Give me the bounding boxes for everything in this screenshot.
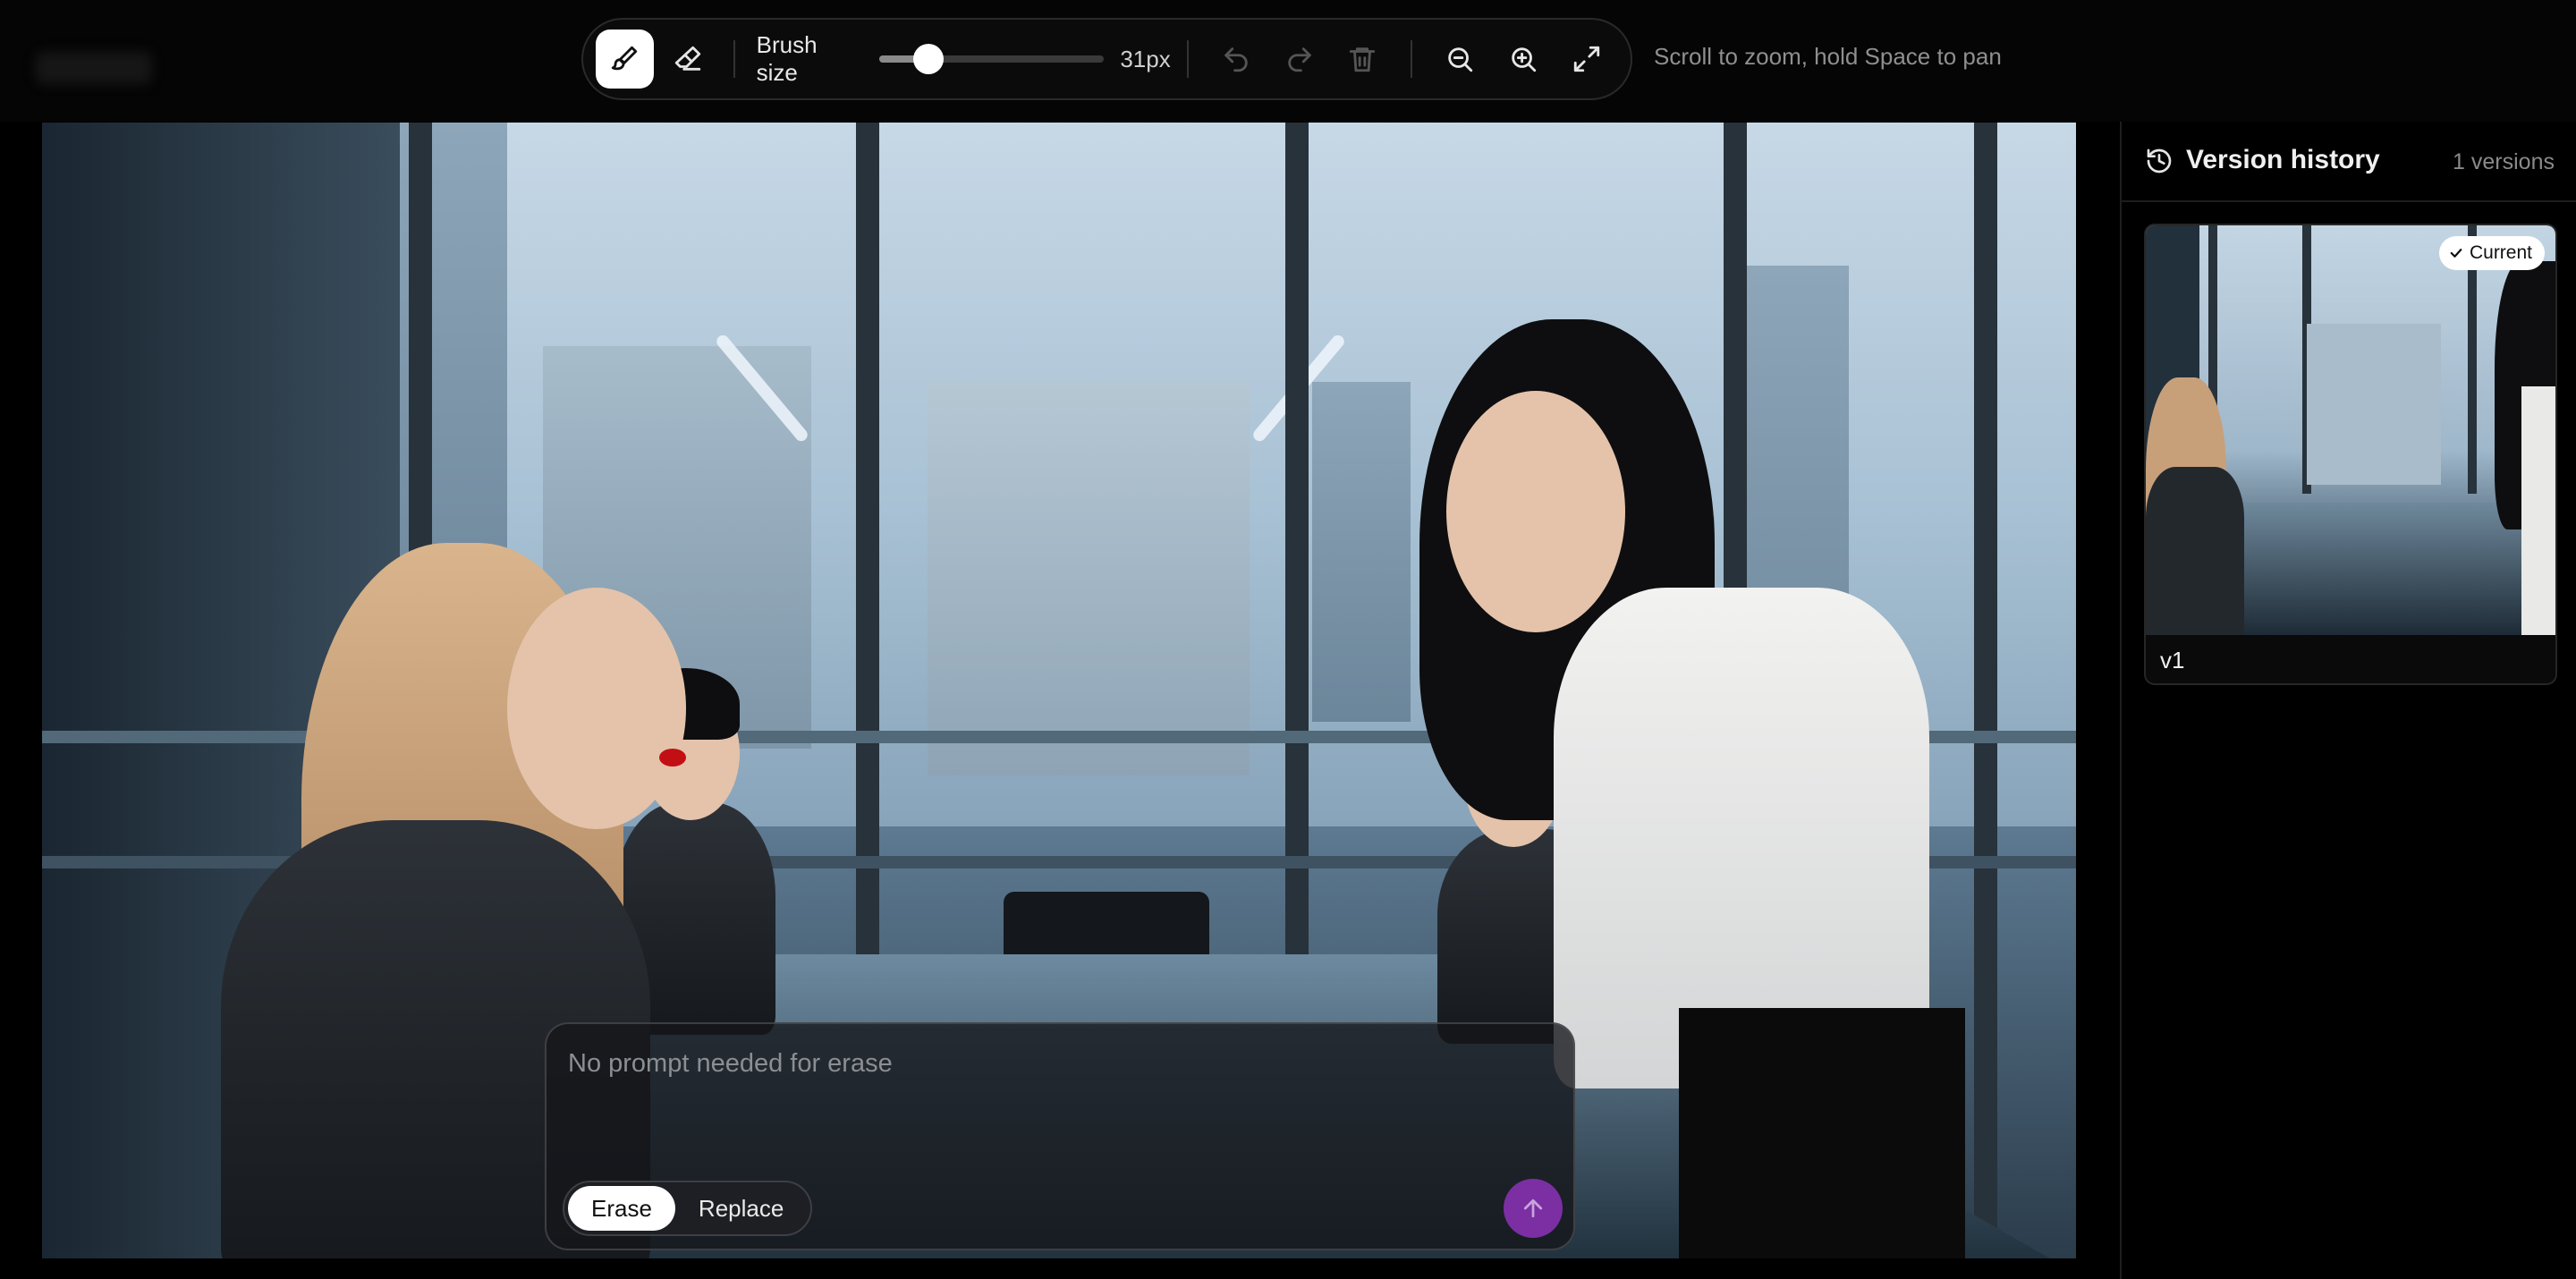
fit-to-screen-button[interactable] [1555,30,1618,89]
current-badge-label: Current [2469,242,2532,263]
brush-size-label: Brush size [756,31,818,86]
person-standing-face [1446,391,1625,632]
zoom-out-icon [1448,47,1473,72]
brush-size-slider[interactable] [878,44,1105,74]
version-history-title: Version history [2186,145,2380,174]
window-mullion [1974,123,1997,1258]
eraser-icon [675,46,701,71]
zoom-in-icon [1512,47,1537,72]
prompt-input[interactable]: No prompt needed for erase [568,1049,893,1079]
brush-size-value: 31px [1120,45,1171,72]
red-lips [659,749,686,767]
eraser-tool-button[interactable] [659,30,717,89]
mode-replace-button[interactable]: Replace [675,1186,807,1231]
brush-size-slider-thumb[interactable] [913,44,945,74]
version-card[interactable]: Current v1 [2144,224,2557,685]
editor-toolbar: Brush size 31px [581,18,1632,100]
version-thumbnail: Current [2146,225,2555,635]
canvas-hint-text: Scroll to zoom, hold Space to pan [1654,43,2002,70]
mode-toggle: Erase Replace [563,1181,813,1236]
check-icon [2450,249,2462,258]
building [928,382,1250,775]
fullscreen-icon [1573,46,1599,72]
redo-button[interactable] [1267,30,1331,89]
redo-icon [1288,47,1311,72]
version-history-header: Version history 1 versions [2122,122,2576,202]
version-history-panel: Version history 1 versions Current v1 [2120,122,2576,1279]
thumb-blonde-suit [2146,467,2244,635]
brush-icon [612,46,638,71]
prompt-panel: No prompt needed for erase Erase Replace [545,1022,1575,1250]
trash-icon [1350,47,1376,72]
toolbar-divider [733,40,735,78]
toolbar-divider [1410,40,1412,78]
zoom-in-button[interactable] [1492,30,1555,89]
clear-mask-button[interactable] [1331,30,1394,89]
history-icon [2147,148,2172,174]
background-logo-blur [36,52,152,84]
building [1312,382,1411,722]
brush-tool-button[interactable] [596,30,654,89]
undo-icon [1224,47,1248,72]
undo-button[interactable] [1205,30,1268,89]
current-badge: Current [2438,236,2545,270]
toolbar-divider [1186,40,1189,78]
submit-button[interactable] [1504,1179,1563,1238]
person-standing-skirt [1679,1008,1965,1258]
zoom-out-button[interactable] [1428,30,1492,89]
version-label: v1 [2160,647,2185,673]
person-blonde-face [507,588,686,829]
mode-erase-button[interactable]: Erase [568,1186,675,1231]
arrow-up-icon [1523,1199,1543,1218]
version-count: 1 versions [2453,149,2555,174]
thumb-building [2307,324,2441,485]
thumb-standing-shirt [2521,386,2555,635]
